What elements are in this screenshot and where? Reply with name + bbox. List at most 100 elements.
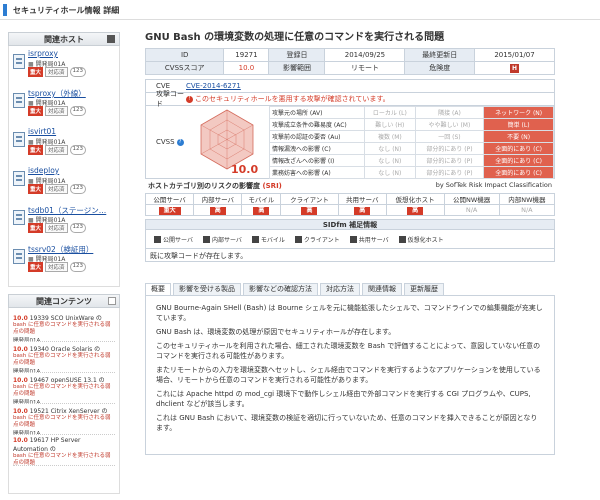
content-title[interactable]: 10.0 19467 openSUSE 13.1 の <box>13 375 115 384</box>
vulnerability-title: GNU Bash の環境変数の処理に任意のコマンドを実行される問題 <box>145 32 445 43</box>
content-title[interactable]: 10.0 19617 HP Server Automation の <box>13 437 115 453</box>
host-item[interactable]: isdeploy開発局01A重大対応済123 <box>12 165 116 204</box>
sidfm-icon-label: クライアント <box>303 236 340 244</box>
severity-cell: H <box>474 61 555 75</box>
metric-option: 全面的にあり (C) <box>483 154 554 167</box>
server-icon <box>13 210 25 225</box>
risk-value: 高 <box>407 206 424 215</box>
risk-value-row: 重大 高 高 高 高 高 N/A N/A <box>144 204 556 216</box>
risk-cell: 高 <box>193 204 243 216</box>
content-desc: bash に任意のコマンドを実行される弱点の問題 <box>13 453 111 466</box>
count-badge: 123 <box>69 67 87 77</box>
risk-value: 高 <box>301 206 318 215</box>
severity-badge: H <box>510 63 519 73</box>
description-paragraph: GNU Bourne-Again SHell (Bash) は Bourne シ… <box>156 304 543 322</box>
count-badge: 123 <box>69 184 87 194</box>
metric-name: 業務妨害への影響 (A) <box>269 166 365 179</box>
severity-badge: 重大 <box>28 106 44 116</box>
metric-row: 情報漏洩への影響 (C) なし (N) 部分的にあり (P) 全面的にあり (C) <box>269 142 554 155</box>
status-badge: 対応済 <box>45 184 68 194</box>
host-name-link[interactable]: isrproxy <box>28 49 58 58</box>
related-content-item[interactable]: 10.0 19521 Citrix XenServer の bash に任意のコマ… <box>13 404 115 435</box>
host-item[interactable]: isrproxy開発局01A重大対応済123 <box>12 48 116 87</box>
related-hosts-header: 関連ホスト <box>8 32 120 46</box>
content-id-title: 19339 SCO UnixWare の <box>29 315 102 322</box>
updated-label: 最終更新日 <box>404 48 475 62</box>
content-title[interactable]: 10.0 19340 Oracle Solaris の <box>13 344 115 353</box>
risk-category: 共用サーバ <box>337 193 387 205</box>
description-paragraph: またリモートからの入力を環境変数へセットし、シェル経由でコマンドを実行するような… <box>156 366 541 384</box>
content-title[interactable]: 10.0 19339 SCO UnixWare の <box>13 313 115 322</box>
status-badge: 対応済 <box>45 223 68 233</box>
related-contents-header: 関連コンテンツ <box>8 294 120 308</box>
tab-item[interactable]: 対応方法 <box>320 283 360 295</box>
related-content-item[interactable]: 10.0 19467 openSUSE 13.1 の bash に任意のコマンドを… <box>13 373 115 404</box>
description-panel: GNU Bourne-Again SHell (Bash) は Bourne シ… <box>145 295 555 455</box>
risk-title-sri: (SRI) <box>262 182 282 190</box>
host-name-link[interactable]: isvirt01 <box>28 127 56 136</box>
host-badges: 重大 対応済 123 <box>28 106 87 116</box>
description-paragraph: GNU Bash は、環境変数の処理が原因でセキュリティホールが存在します。 <box>156 328 396 336</box>
impact-label: 影響範囲 <box>268 61 326 75</box>
attack-code-text: このセキュリティホールを悪用する攻撃が確認されています。 <box>195 95 390 103</box>
sidfm-icon-label: モバイル <box>260 236 285 244</box>
metric-option: なし (N) <box>364 142 416 155</box>
attack-code-row: 攻撃コード ! このセキュリティホールを悪用する攻撃が確認されています。 <box>146 90 554 108</box>
related-content-item[interactable]: 10.0 19339 SCO UnixWare の bash に任意のコマンドを実… <box>13 311 115 342</box>
registered-value: 2014/09/25 <box>324 48 406 62</box>
cvss-area: CVSS ? 10.0 攻撃元の場所 (AV) ローカル (L) 隣接 (A) ネット… <box>146 106 554 179</box>
count-badge: 123 <box>69 106 87 116</box>
collapse-icon[interactable] <box>108 297 116 305</box>
tab-item[interactable]: 影響などの確認方法 <box>243 283 318 295</box>
tab-item[interactable]: 関連情報 <box>362 283 402 295</box>
severity-badge: 重大 <box>28 262 44 272</box>
server-icon <box>13 249 25 264</box>
cvss-score-label: CVSSスコア <box>144 61 225 75</box>
tab-item[interactable]: 概要 <box>145 283 171 295</box>
related-content-item[interactable]: 10.0 19617 HP Server Automation の bash に任… <box>13 435 115 466</box>
cve-link[interactable]: CVE-2014-6271 <box>186 82 241 90</box>
content-score: 10.0 <box>13 315 28 322</box>
host-badges: 重大 対応済 123 <box>28 262 87 272</box>
metric-option: ネットワーク (N) <box>483 106 554 119</box>
edit-icon[interactable] <box>107 35 115 43</box>
server-icon <box>13 171 25 186</box>
risk-category: モバイル <box>241 193 282 205</box>
related-content-item[interactable]: 10.0 19340 Oracle Solaris の bash に任意のコマンド… <box>13 342 115 373</box>
category-icon <box>294 235 302 243</box>
host-item[interactable]: tsdb01（ステージン…開発局01A重大対応済123 <box>12 204 116 243</box>
metric-row: 情報改ざんへの影響 (I) なし (N) 部分的にあり (P) 全面的にあり (C) <box>269 154 554 167</box>
host-name-link[interactable]: isdeploy <box>28 166 59 175</box>
sidfm-icon-item: クライアント <box>294 235 340 244</box>
sidfm-icon-item: 内部サーバ <box>202 235 242 244</box>
count-badge: 123 <box>69 145 87 155</box>
severity-label: 危険度 <box>404 61 475 75</box>
id-label: ID <box>144 48 225 62</box>
warning-icon: ! <box>186 95 193 103</box>
risk-value: 高 <box>354 206 371 215</box>
cvss-box: CVE CVE-2014-6271 攻撃コード ! このセキュリティホールを悪用… <box>145 79 555 179</box>
risk-header: ホストカテゴリ別のリスクの影響度 (SRI) by SofTek Risk Im… <box>145 181 555 193</box>
page-title: セキュリティホール情報 詳細 <box>13 6 120 15</box>
sidfm-icon-label: 公開サーバ <box>163 236 193 244</box>
content-title[interactable]: 10.0 19521 Citrix XenServer の <box>13 406 115 415</box>
detail-tabs: 概要 影響を受ける製品 影響などの確認方法 対応方法 関連情報 更新履歴 <box>145 283 555 295</box>
host-item[interactable]: tssrv02（検証用）開発局01A重大対応済123 <box>12 243 116 282</box>
host-item[interactable]: isvirt01開発局01A重大対応済123 <box>12 126 116 165</box>
metric-option: 難しい (H) <box>364 118 416 131</box>
cvss-label-wrap: CVSS ? <box>146 106 186 178</box>
category-icon <box>398 235 406 243</box>
metric-option: なし (N) <box>364 166 416 179</box>
tab-item[interactable]: 影響を受ける製品 <box>173 283 241 295</box>
host-item[interactable]: tsproxy（外線）開発局01A重大対応済123 <box>12 87 116 126</box>
help-icon[interactable]: ? <box>176 138 184 146</box>
server-icon <box>13 132 25 147</box>
content-desc: bash に任意のコマンドを実行される弱点の問題 <box>13 384 111 397</box>
metric-option: 不要 (N) <box>483 130 554 143</box>
host-badges: 重大 対応済 123 <box>28 145 87 155</box>
severity-badge: 重大 <box>28 67 44 77</box>
risk-category: 公開サーバ <box>144 193 195 205</box>
metric-option: 部分的にあり (P) <box>414 154 485 167</box>
tab-item[interactable]: 更新履歴 <box>404 283 444 295</box>
id-value: 19271 <box>223 48 270 62</box>
